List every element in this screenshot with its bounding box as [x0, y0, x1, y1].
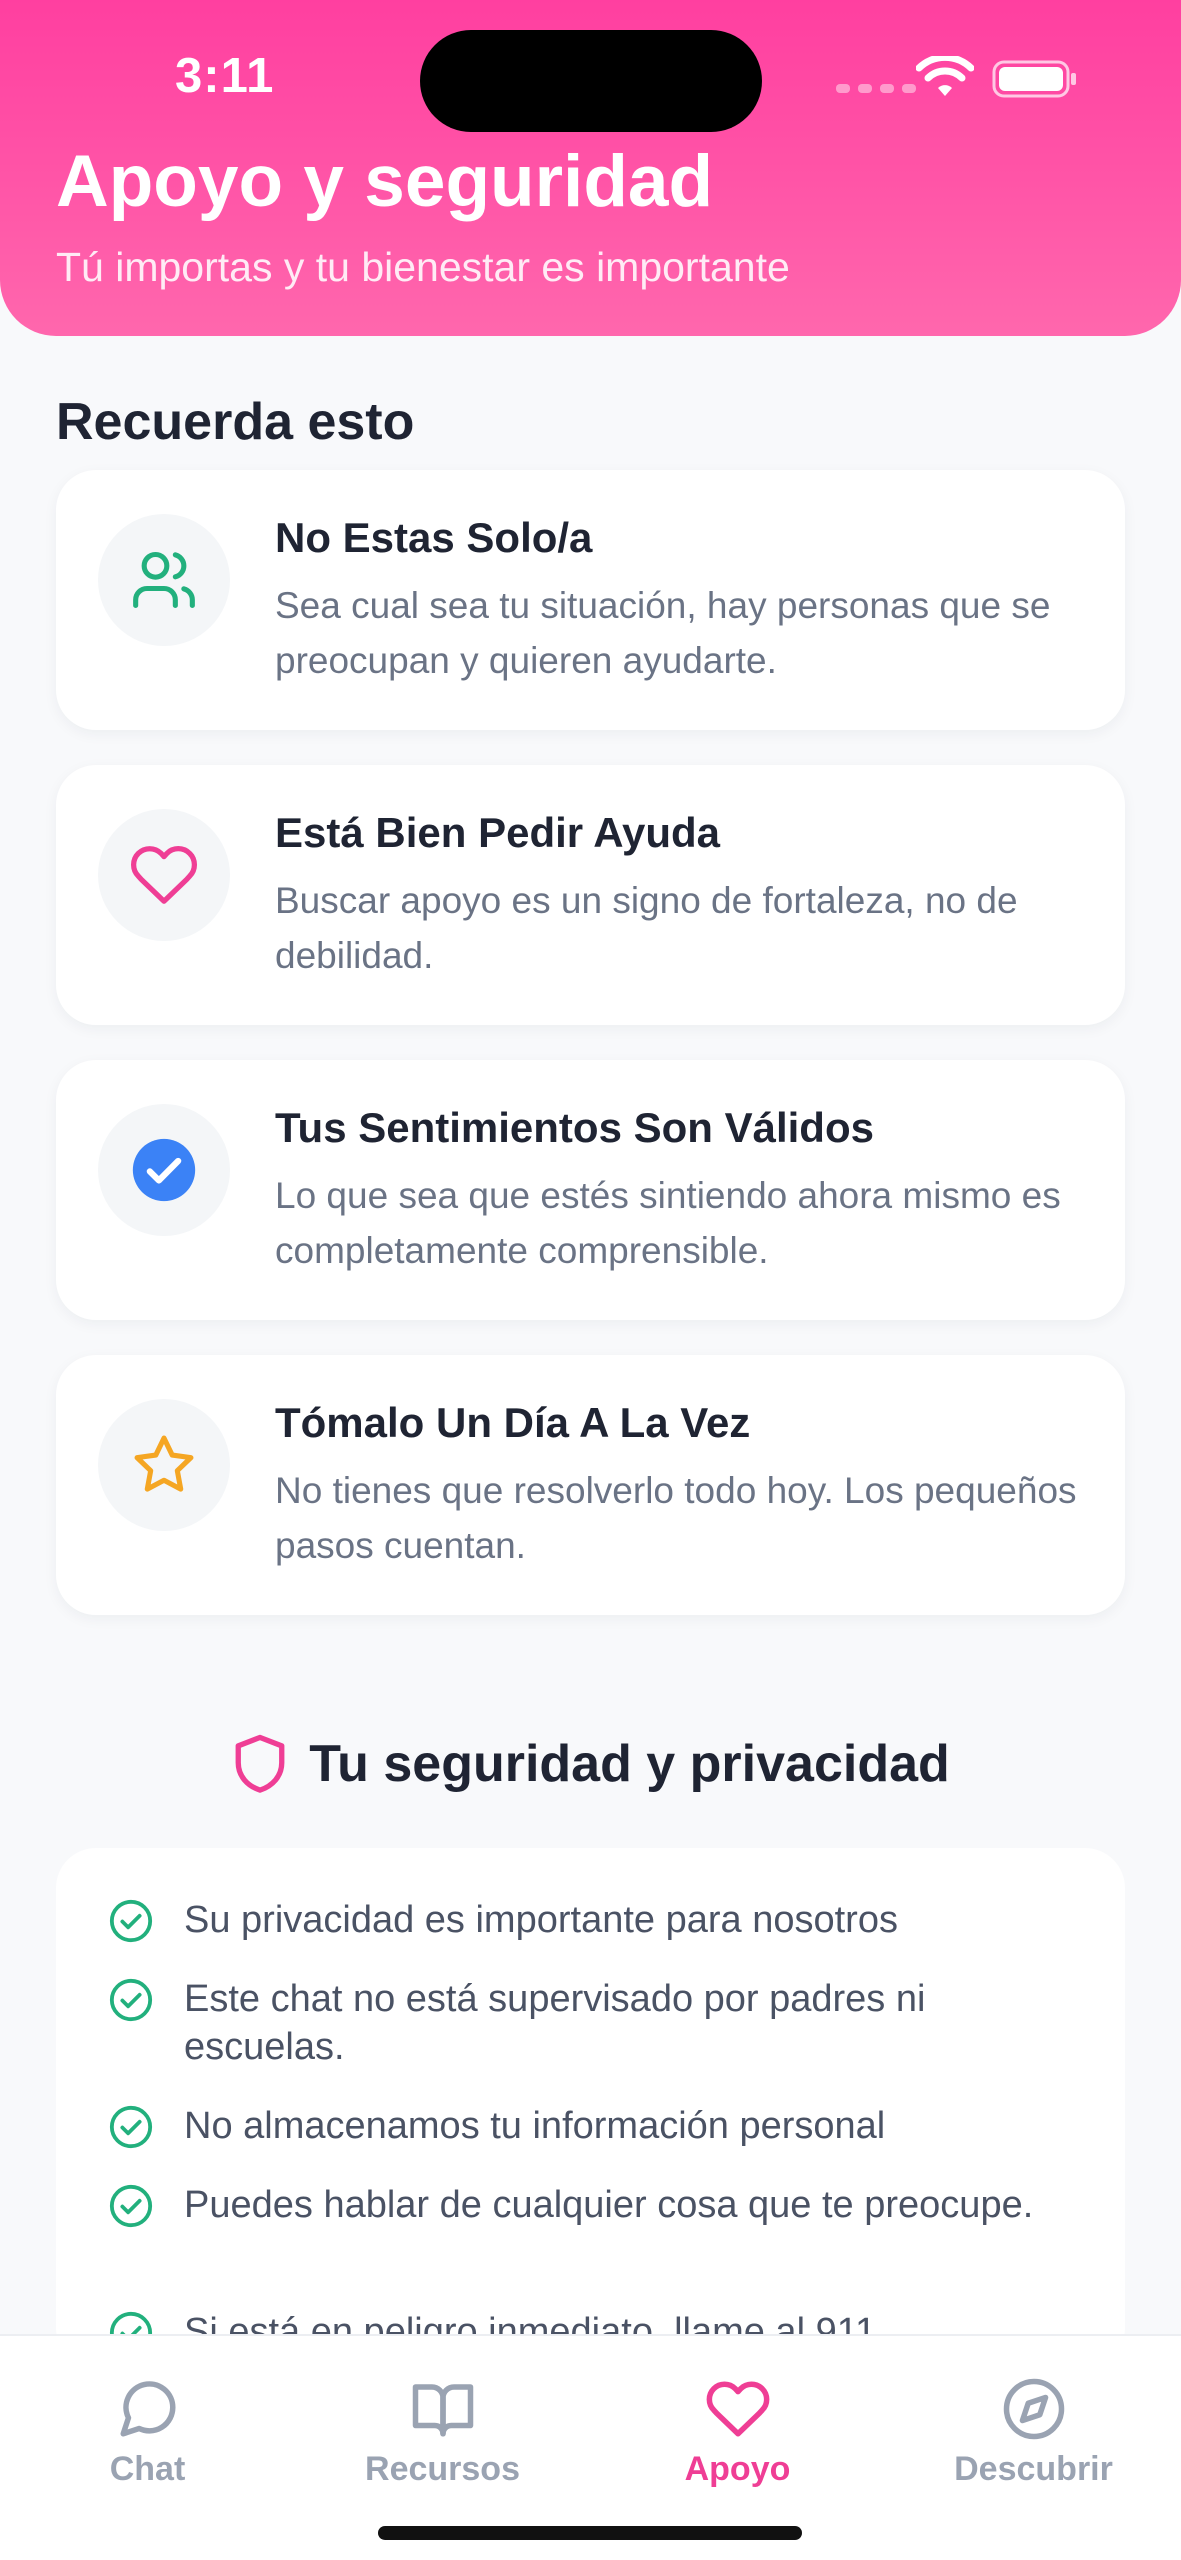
card-icon-badge [98, 1399, 230, 1531]
card-text: Lo que sea que estés sintiendo ahora mis… [275, 1175, 1061, 1271]
dynamic-island [420, 30, 762, 132]
card-icon-badge [98, 809, 230, 941]
tab-label: Apoyo [684, 2450, 791, 2488]
card-title: Tus Sentimientos Son Válidos [275, 1104, 874, 1151]
card-text: No tienes que resolverlo todo hoy. Los p… [275, 1470, 1077, 1566]
tab-descubrir[interactable]: Descubrir [886, 2376, 1181, 2489]
privacy-list-item: Este chat no está supervisado por padres… [108, 1975, 1068, 2071]
support-screen: 3:11 Apoyo y seguridad Tú importas y tu … [0, 0, 1181, 2560]
card-title: Tómalo Un Día A La Vez [275, 1399, 751, 1446]
heart-icon [131, 846, 198, 904]
card-icon-badge [98, 514, 230, 646]
wifi-icon [916, 56, 974, 96]
check-circle-icon [109, 1978, 153, 2022]
page-title: Apoyo y seguridad [56, 141, 714, 222]
tab-chat[interactable]: Chat [0, 2376, 295, 2489]
tab-recursos[interactable]: Recursos [295, 2376, 590, 2489]
privacy-heading-text: Tu seguridad y privacidad [309, 1735, 950, 1793]
privacy-item-text: Este chat no está supervisado por padres… [184, 1978, 926, 2068]
star-icon [134, 1435, 194, 1492]
remember-heading: Recuerda esto [56, 393, 415, 451]
card-text: Buscar apoyo es un signo de fortaleza, n… [275, 880, 1018, 976]
remember-card-not-alone: No Estas Solo/a Sea cual sea tu situació… [56, 470, 1125, 730]
card-title: Está Bien Pedir Ayuda [275, 809, 721, 856]
page-subtitle: Tú importas y tu bienestar es importante [56, 244, 790, 290]
privacy-list-item: Su privacidad es importante para nosotro… [108, 1896, 1068, 1944]
home-indicator [378, 2526, 802, 2540]
tab-apoyo[interactable]: Apoyo [590, 2376, 885, 2489]
remember-card-ask-help: Está Bien Pedir Ayuda Buscar apoyo es un… [56, 765, 1125, 1025]
check-circle-icon [109, 2184, 153, 2228]
header: 3:11 Apoyo y seguridad Tú importas y tu … [0, 0, 1181, 336]
tab-label: Descubrir [954, 2450, 1113, 2488]
remember-card-one-day: Tómalo Un Día A La Vez No tienes que res… [56, 1355, 1125, 1615]
status-time: 3:11 [175, 49, 275, 103]
card-icon-badge [98, 1104, 230, 1236]
battery-icon [992, 60, 1076, 98]
cellular-signal-icon [836, 84, 916, 93]
tab-label: Chat [109, 2450, 186, 2488]
compass-icon [1003, 2378, 1064, 2440]
heart-icon [706, 2381, 769, 2437]
privacy-heading: Tu seguridad y privacidad [0, 1732, 1181, 1796]
card-title: No Estas Solo/a [275, 514, 593, 561]
privacy-list: Su privacidad es importante para nosotro… [56, 1848, 1125, 2368]
privacy-list-item: No almacenamos tu información personal [108, 2102, 1068, 2150]
book-icon [412, 2384, 473, 2437]
privacy-list-item: Puedes hablar de cualquier cosa que te p… [108, 2181, 1068, 2229]
privacy-item-text: Su privacidad es importante para nosotro… [184, 1899, 898, 1941]
check-circle-icon [109, 1899, 153, 1943]
check-circle-icon [109, 2105, 153, 2149]
chat-bubble-icon [120, 2381, 176, 2437]
card-text: Sea cual sea tu situación, hay personas … [275, 585, 1051, 681]
check-circle-icon [132, 1138, 196, 1202]
users-icon [133, 551, 195, 609]
privacy-item-text: No almacenamos tu información personal [184, 2105, 886, 2147]
remember-card-feelings-valid: Tus Sentimientos Son Válidos Lo que sea … [56, 1060, 1125, 1320]
shield-icon [235, 1734, 285, 1793]
privacy-item-text: Puedes hablar de cualquier cosa que te p… [184, 2184, 1034, 2226]
tab-label: Recursos [365, 2450, 520, 2488]
